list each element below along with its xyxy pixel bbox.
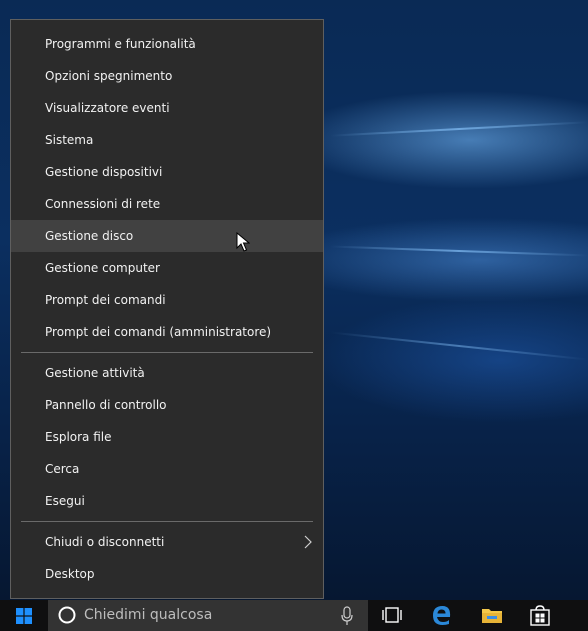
menu-item-control-panel[interactable]: Pannello di controllo [11, 389, 323, 421]
file-explorer-icon [482, 609, 502, 623]
menu-item-label: Chiudi o disconnetti [45, 535, 165, 549]
menu-item-command-prompt[interactable]: Prompt dei comandi [11, 284, 323, 316]
menu-item-system[interactable]: Sistema [11, 124, 323, 156]
chevron-right-icon [304, 535, 312, 549]
menu-item-computer-management[interactable]: Gestione computer [11, 252, 323, 284]
file-explorer-button[interactable] [470, 600, 514, 631]
edge-icon [433, 606, 451, 625]
menu-item-command-prompt-admin[interactable]: Prompt dei comandi (amministratore) [11, 316, 323, 348]
menu-item-run[interactable]: Esegui [11, 485, 323, 517]
microphone-icon[interactable] [340, 606, 354, 626]
wallpaper-light-beam [330, 245, 588, 257]
menu-item-event-viewer[interactable]: Visualizzatore eventi [11, 92, 323, 124]
menu-item-task-manager[interactable]: Gestione attività [11, 357, 323, 389]
taskbar: Chiedimi qualcosa [0, 600, 588, 631]
task-view-button[interactable] [370, 600, 414, 631]
wallpaper-light-beam [330, 331, 588, 361]
store-icon [530, 605, 550, 626]
menu-item-programs-features[interactable]: Programmi e funzionalità [11, 28, 323, 60]
mouse-pointer-icon [236, 232, 250, 252]
power-user-menu: Programmi e funzionalità Opzioni spegnim… [10, 19, 324, 599]
menu-separator [21, 521, 313, 522]
edge-button[interactable] [420, 600, 464, 631]
menu-item-network-connections[interactable]: Connessioni di rete [11, 188, 323, 220]
search-placeholder: Chiedimi qualcosa [84, 607, 213, 623]
cortana-search-box[interactable]: Chiedimi qualcosa [48, 600, 368, 631]
menu-item-device-manager[interactable]: Gestione dispositivi [11, 156, 323, 188]
menu-item-desktop[interactable]: Desktop [11, 558, 323, 590]
menu-item-search[interactable]: Cerca [11, 453, 323, 485]
start-button[interactable] [0, 600, 48, 631]
menu-item-shutdown-signout[interactable]: Chiudi o disconnetti [11, 526, 323, 558]
menu-item-file-explorer[interactable]: Esplora file [11, 421, 323, 453]
cortana-ring-icon [58, 606, 76, 624]
wallpaper-light-beam [330, 121, 588, 137]
menu-item-disk-management[interactable]: Gestione disco [11, 220, 323, 252]
windows-start-icon [16, 608, 32, 624]
menu-item-power-options[interactable]: Opzioni spegnimento [11, 60, 323, 92]
store-button[interactable] [518, 600, 562, 631]
menu-separator [21, 352, 313, 353]
task-view-icon [382, 607, 402, 623]
